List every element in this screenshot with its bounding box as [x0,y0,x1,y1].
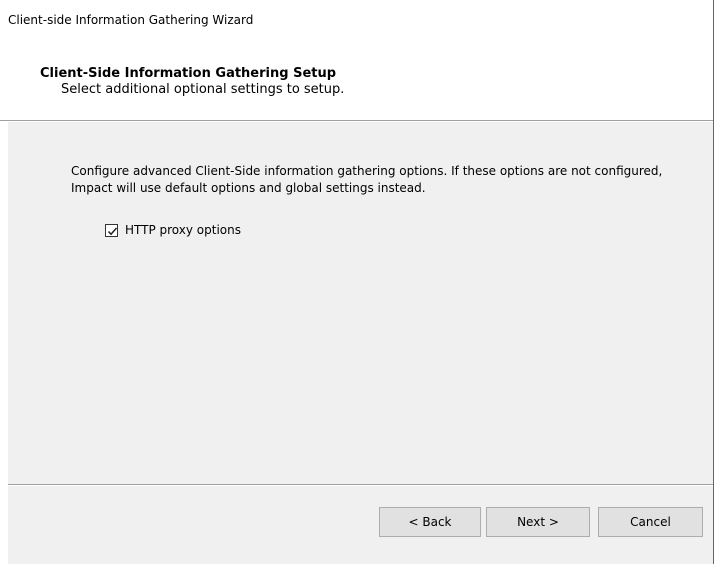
title-bar: Client-side Information Gathering Wizard [0,0,713,40]
checkmark-icon [107,227,118,235]
cancel-button[interactable]: Cancel [598,507,703,537]
wizard-body: Configure advanced Client-Side informati… [8,122,713,484]
window-title: Client-side Information Gathering Wizard [8,13,254,27]
description-text: Configure advanced Client-Side informati… [71,164,663,195]
header-title: Client-Side Information Gathering Setup [40,66,337,81]
http-proxy-label[interactable]: HTTP proxy options [125,223,241,237]
header-subtitle: Select additional optional settings to s… [61,82,345,97]
http-proxy-option[interactable]: HTTP proxy options [105,222,241,238]
wizard-footer: < Back Next > Cancel [8,486,713,564]
next-button[interactable]: Next > [486,507,590,537]
left-edge [0,122,8,564]
back-button[interactable]: < Back [379,507,481,537]
wizard-header: Client-Side Information Gathering Setup … [0,40,713,120]
http-proxy-checkbox[interactable] [105,223,118,237]
wizard-window: Client-side Information Gathering Wizard… [0,0,714,564]
